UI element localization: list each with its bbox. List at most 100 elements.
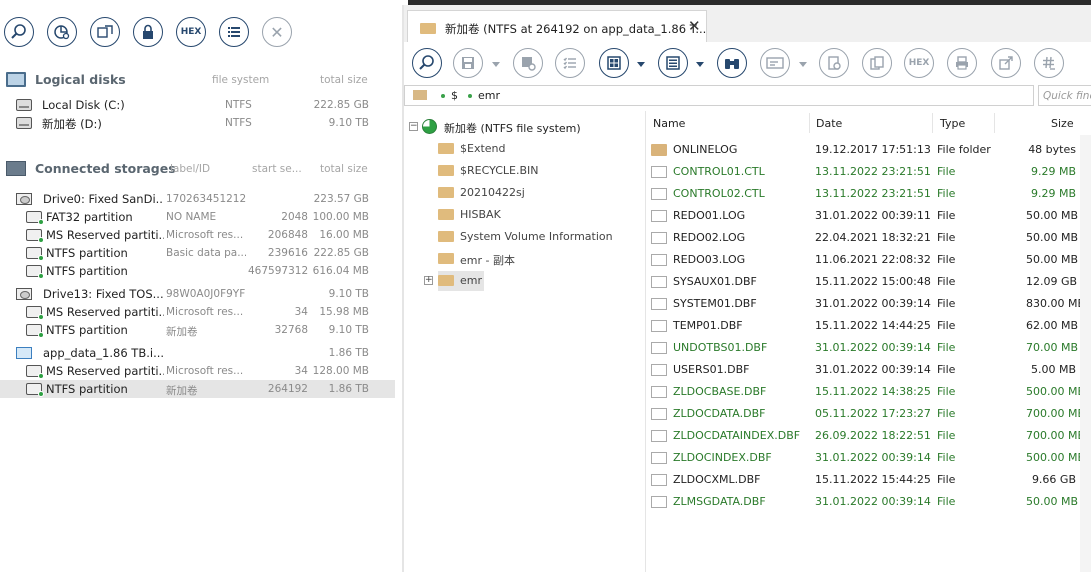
- partition-row[interactable]: MS Reserved partiti... Microsoft res... 20…: [0, 226, 395, 244]
- file-type: File folder: [937, 143, 991, 156]
- file-type: File: [937, 429, 956, 442]
- file-row[interactable]: REDO03.LOG 11.06.2021 22:08:32 File 50.00 M…: [646, 249, 1091, 271]
- partition-row[interactable]: NTFS partition 467597312 616.04 MB: [0, 262, 395, 280]
- path-segment[interactable]: emr: [478, 89, 500, 102]
- column-name[interactable]: Name: [653, 117, 685, 130]
- tab-volume[interactable]: 新加卷 (NTFS at 264192 on app_data_1.86 T..…: [407, 10, 707, 42]
- expand-icon[interactable]: +: [424, 276, 433, 285]
- storage-start-sector: 34: [294, 306, 308, 318]
- file-name: ONLINELOG: [673, 143, 738, 156]
- file-row[interactable]: ZLDOCINDEX.DBF 31.01.2022 00:39:14 File 500…: [646, 447, 1091, 469]
- file-row[interactable]: ZLDOCXML.DBF 15.11.2022 15:44:25 File 9.66 …: [646, 469, 1091, 491]
- search-button[interactable]: [4, 17, 34, 47]
- disk-fs: NTFS: [225, 99, 252, 111]
- partition-row[interactable]: NTFS partition 新加卷 264192 1.86 TB: [0, 380, 395, 398]
- file-name: ZLDOCBASE.DBF: [673, 385, 767, 398]
- view-mode-button[interactable]: [599, 48, 629, 78]
- copy-button[interactable]: [862, 48, 892, 78]
- tree-item[interactable]: HISBAK: [438, 205, 638, 225]
- partition-icon: [26, 229, 44, 243]
- file-size: 830.00 MB: [1026, 297, 1086, 310]
- tree-item[interactable]: System Volume Information: [438, 227, 638, 247]
- connected-storages-header: Connected storages label/ID start se... …: [0, 159, 402, 179]
- file-name: ZLDOCDATA.DBF: [673, 407, 766, 420]
- close-button[interactable]: ✕: [262, 17, 292, 47]
- tree-item-label: HISBAK: [460, 208, 501, 221]
- column-type[interactable]: Type: [940, 117, 965, 130]
- file-row[interactable]: REDO02.LOG 22.04.2021 18:32:21 File 50.00 M…: [646, 227, 1091, 249]
- path-segment[interactable]: $: [451, 89, 458, 102]
- file-row[interactable]: TEMP01.DBF 15.11.2022 14:44:25 File 62.00 M…: [646, 315, 1091, 337]
- print-button[interactable]: [947, 48, 977, 78]
- file-name: REDO01.LOG: [673, 209, 746, 222]
- file-date: 13.11.2022 23:21:51: [815, 187, 931, 200]
- tab-bar: 新加卷 (NTFS at 264192 on app_data_1.86 T..…: [404, 5, 1091, 42]
- file-row[interactable]: USERS01.DBF 31.01.2022 00:39:14 File 5.00 M…: [646, 359, 1091, 381]
- hex-button[interactable]: HEX: [904, 48, 934, 78]
- folder-icon: [651, 144, 667, 156]
- file-row[interactable]: CONTROL02.CTL 13.11.2022 23:21:51 File 9.29…: [646, 183, 1091, 205]
- file-row[interactable]: ONLINELOG 19.12.2017 17:51:13 File folder 4…: [646, 139, 1091, 161]
- hash-icon: [1043, 56, 1055, 70]
- card-button[interactable]: [760, 48, 790, 78]
- collapse-icon[interactable]: −: [409, 122, 418, 131]
- column-size[interactable]: Size: [1051, 117, 1074, 130]
- list-view-dropdown-icon[interactable]: [696, 62, 704, 67]
- storage-size: 222.85 GB: [313, 247, 369, 259]
- file-row[interactable]: SYSTEM01.DBF 31.01.2022 00:39:14 File 830.0…: [646, 293, 1091, 315]
- file-row[interactable]: ZLDOCDATAINDEX.DBF 26.09.2022 18:22:51 Fil…: [646, 425, 1091, 447]
- logical-disk-row[interactable]: 新加卷 (D:) NTFS 9.10 TB: [0, 114, 395, 132]
- recover-button[interactable]: [819, 48, 849, 78]
- file-date: 31.01.2022 00:39:14: [815, 341, 931, 354]
- file-row[interactable]: SYSAUX01.DBF 15.11.2022 15:00:48 File 12.09…: [646, 271, 1091, 293]
- tree-item[interactable]: $RECYCLE.BIN: [438, 161, 638, 181]
- list-view-icon: [666, 56, 680, 70]
- partition-row[interactable]: MS Reserved partiti... Microsoft res... 34…: [0, 303, 395, 321]
- partition-row[interactable]: NTFS partition 新加卷 32768 9.10 TB: [0, 321, 395, 339]
- tree-item[interactable]: emr - 副本: [438, 249, 638, 269]
- checklist-button[interactable]: [555, 48, 585, 78]
- file-row[interactable]: ZLMSGDATA.DBF 31.01.2022 00:39:14 File 50.0…: [646, 491, 1091, 513]
- file-row[interactable]: ZLDOCBASE.DBF 15.11.2022 14:38:25 File 500.…: [646, 381, 1091, 403]
- scrollbar[interactable]: [1080, 135, 1091, 572]
- scan-disk-button[interactable]: [47, 17, 77, 47]
- file-row[interactable]: UNDOTBS01.DBF 31.01.2022 00:39:14 File 70.0…: [646, 337, 1091, 359]
- storage-name: NTFS partition: [46, 323, 128, 337]
- hash-button[interactable]: [1034, 48, 1064, 78]
- save-button[interactable]: [453, 48, 483, 78]
- storage-row[interactable]: app_data_1.86 TB.i... 1.86 TB: [0, 344, 395, 362]
- list-view-button[interactable]: [658, 48, 688, 78]
- storage-row[interactable]: Drive13: Fixed TOS... 98W0A0J0F9YF 9.10 TB: [0, 285, 395, 303]
- file-row[interactable]: REDO01.LOG 31.01.2022 00:39:11 File 50.00 M…: [646, 205, 1091, 227]
- storage-start-sector: 206848: [267, 229, 308, 241]
- path-bar[interactable]: $ emr: [404, 85, 1034, 106]
- logical-disk-row[interactable]: Local Disk (C:) NTFS 222.85 GB: [0, 96, 395, 114]
- tab-close-icon[interactable]: ✕: [688, 17, 701, 35]
- column-date[interactable]: Date: [816, 117, 842, 130]
- quick-find-input[interactable]: Quick find: [1038, 85, 1091, 106]
- export-button[interactable]: [991, 48, 1021, 78]
- hex-button[interactable]: HEX: [176, 17, 206, 47]
- storage-size: 1.86 TB: [328, 383, 369, 395]
- add-storage-button[interactable]: [90, 17, 120, 47]
- tree-item[interactable]: emr: [438, 271, 484, 291]
- save-config-button[interactable]: [513, 48, 543, 78]
- list-button[interactable]: [219, 17, 249, 47]
- card-dropdown-icon[interactable]: [799, 62, 807, 67]
- partition-row[interactable]: NTFS partition Basic data pa... 239616 222.…: [0, 244, 395, 262]
- tree-root[interactable]: − 新加卷 (NTFS file system): [404, 117, 644, 137]
- search-icon: [11, 24, 26, 39]
- lock-button[interactable]: [133, 17, 163, 47]
- storage-row[interactable]: Drive0: Fixed SanDi... 170263451212 223.57…: [0, 190, 395, 208]
- storage-name: NTFS partition: [46, 246, 128, 260]
- find-button[interactable]: [717, 48, 747, 78]
- tree-item[interactable]: 20210422sj: [438, 183, 638, 203]
- file-row[interactable]: ZLDOCDATA.DBF 05.11.2022 17:23:27 File 700.…: [646, 403, 1091, 425]
- save-dropdown-icon[interactable]: [492, 62, 500, 67]
- view-mode-dropdown-icon[interactable]: [637, 62, 645, 67]
- file-row[interactable]: CONTROL01.CTL 13.11.2022 23:21:51 File 9.29…: [646, 161, 1091, 183]
- tree-item[interactable]: $Extend: [438, 139, 638, 159]
- search-button[interactable]: [412, 48, 442, 78]
- partition-row[interactable]: FAT32 partition NO NAME 2048 100.00 MB: [0, 208, 395, 226]
- partition-row[interactable]: MS Reserved partiti... Microsoft res... 34…: [0, 362, 395, 380]
